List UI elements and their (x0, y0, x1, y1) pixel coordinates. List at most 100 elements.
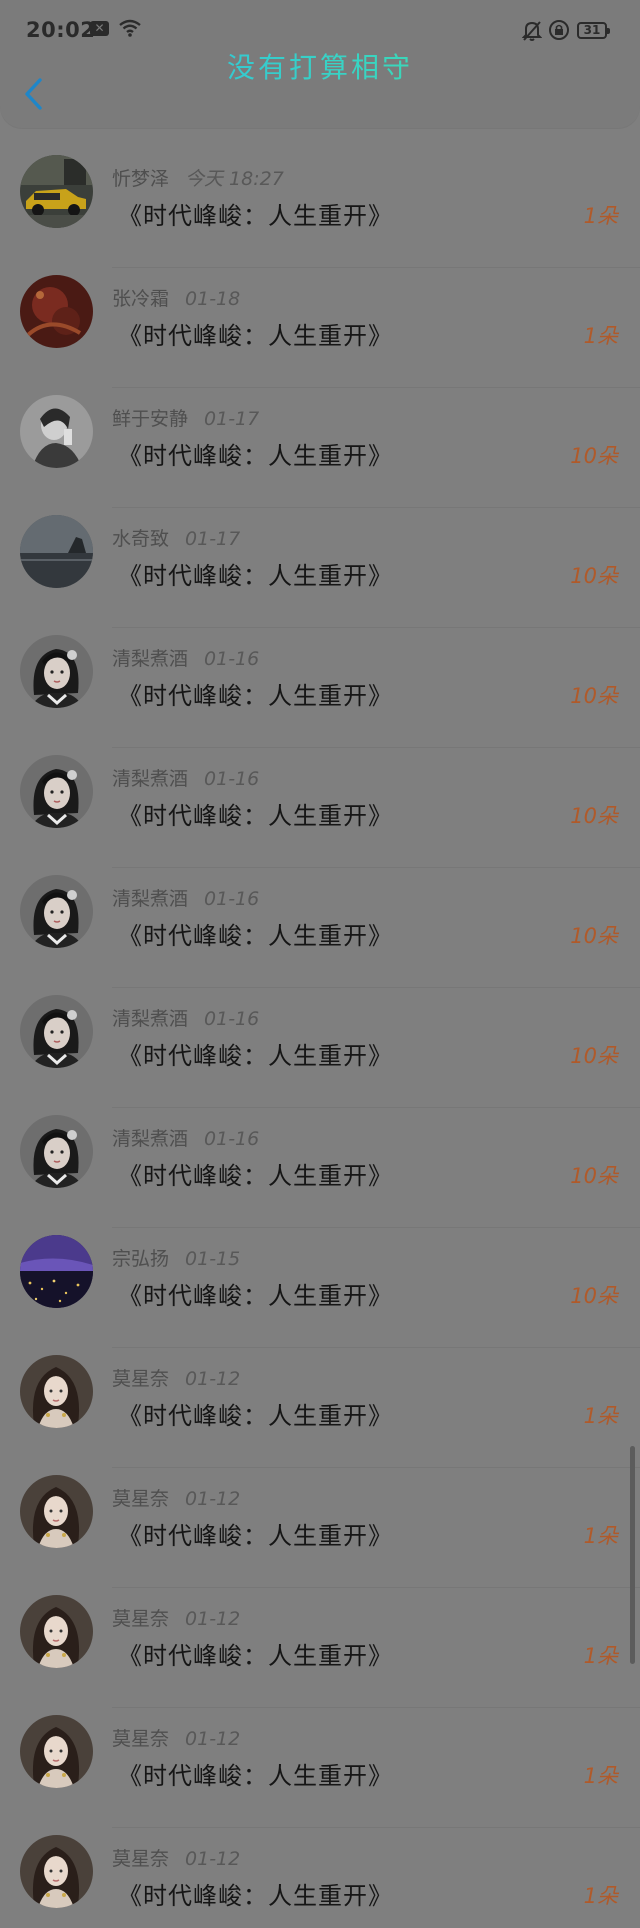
user-info: 水奇致 01-17 (112, 524, 240, 551)
user-info: 莫星奈 01-12 (112, 1604, 240, 1631)
book-title: 《时代峰峻：人生重开》 (118, 922, 393, 950)
flower-count: 1朵 (583, 1764, 618, 1788)
book-title: 《时代峰峻：人生重开》 (118, 1042, 393, 1070)
gift-date: 今天 18:27 (185, 168, 284, 190)
book-title: 《时代峰峻：人生重开》 (118, 1282, 393, 1310)
list-item[interactable]: 莫星奈 01-12 《时代峰峻：人生重开》 1朵 (0, 1828, 640, 1928)
avatar[interactable] (20, 1475, 93, 1548)
user-info: 莫星奈 01-12 (112, 1844, 240, 1871)
list-item[interactable]: 清梨煮酒 01-16 《时代峰峻：人生重开》 10朵 (0, 868, 640, 988)
user-info: 莫星奈 01-12 (112, 1484, 240, 1511)
flower-count: 10朵 (570, 1284, 618, 1308)
gift-date: 01-12 (185, 1728, 241, 1750)
flower-count: 1朵 (583, 1404, 618, 1428)
user-info: 忻梦泽 今天 18:27 (112, 164, 284, 191)
flower-count: 1朵 (583, 1644, 618, 1668)
user-name[interactable]: 鲜于安静 (112, 408, 188, 430)
gift-date: 01-12 (185, 1368, 241, 1390)
list-item[interactable]: 水奇致 01-17 《时代峰峻：人生重开》 10朵 (0, 508, 640, 628)
user-name[interactable]: 清梨煮酒 (112, 1128, 188, 1150)
gift-date: 01-16 (204, 648, 260, 670)
book-title: 《时代峰峻：人生重开》 (118, 562, 393, 590)
list-item[interactable]: 忻梦泽 今天 18:27 《时代峰峻：人生重开》 1朵 (0, 148, 640, 268)
avatar[interactable] (20, 1355, 93, 1428)
user-info: 清梨煮酒 01-16 (112, 1124, 259, 1151)
list-item[interactable]: 宗弘扬 01-15 《时代峰峻：人生重开》 10朵 (0, 1228, 640, 1348)
page-title: 没有打算相守 (0, 46, 640, 86)
avatar[interactable] (20, 875, 93, 948)
gift-date: 01-12 (185, 1848, 241, 1870)
user-name[interactable]: 张冷霜 (112, 288, 169, 310)
user-name[interactable]: 水奇致 (112, 528, 169, 550)
list-item[interactable]: 莫星奈 01-12 《时代峰峻：人生重开》 1朵 (0, 1348, 640, 1468)
sim-icon: ✕ (90, 21, 109, 36)
list-item[interactable]: 莫星奈 01-12 《时代峰峻：人生重开》 1朵 (0, 1708, 640, 1828)
list-item[interactable]: 清梨煮酒 01-16 《时代峰峻：人生重开》 10朵 (0, 988, 640, 1108)
chevron-left-icon (25, 78, 42, 110)
avatar[interactable] (20, 1115, 93, 1188)
user-name[interactable]: 宗弘扬 (112, 1248, 169, 1270)
flower-count: 1朵 (583, 1524, 618, 1548)
avatar[interactable] (20, 635, 93, 708)
book-title: 《时代峰峻：人生重开》 (118, 1522, 393, 1550)
gift-date: 01-16 (204, 1008, 260, 1030)
status-time: 20:02 (26, 18, 96, 42)
user-info: 清梨煮酒 01-16 (112, 764, 259, 791)
user-name[interactable]: 莫星奈 (112, 1488, 169, 1510)
book-title: 《时代峰峻：人生重开》 (118, 1402, 393, 1430)
user-info: 宗弘扬 01-15 (112, 1244, 240, 1271)
back-button[interactable] (18, 74, 52, 114)
list-item[interactable]: 莫星奈 01-12 《时代峰峻：人生重开》 1朵 (0, 1588, 640, 1708)
gift-date: 01-16 (204, 888, 260, 910)
avatar[interactable] (20, 155, 93, 228)
avatar[interactable] (20, 755, 93, 828)
user-info: 清梨煮酒 01-16 (112, 644, 259, 671)
user-info: 清梨煮酒 01-16 (112, 1004, 259, 1031)
list-item[interactable]: 莫星奈 01-12 《时代峰峻：人生重开》 1朵 (0, 1468, 640, 1588)
header: 20:02 ✕ 31 没有打算相守 (0, 0, 640, 128)
gift-date: 01-17 (185, 528, 241, 550)
list-item[interactable]: 张冷霜 01-18 《时代峰峻：人生重开》 1朵 (0, 268, 640, 388)
gift-date: 01-16 (204, 768, 260, 790)
avatar[interactable] (20, 1235, 93, 1308)
book-title: 《时代峰峻：人生重开》 (118, 1762, 393, 1790)
avatar[interactable] (20, 1595, 93, 1668)
list-item[interactable]: 清梨煮酒 01-16 《时代峰峻：人生重开》 10朵 (0, 628, 640, 748)
avatar[interactable] (20, 1835, 93, 1908)
avatar[interactable] (20, 395, 93, 468)
book-title: 《时代峰峻：人生重开》 (118, 442, 393, 470)
user-name[interactable]: 忻梦泽 (112, 168, 169, 190)
user-info: 莫星奈 01-12 (112, 1364, 240, 1391)
gift-date: 01-15 (185, 1248, 241, 1270)
mute-bell-icon (521, 20, 543, 46)
book-title: 《时代峰峻：人生重开》 (118, 1162, 393, 1190)
flower-count: 1朵 (583, 204, 618, 228)
book-title: 《时代峰峻：人生重开》 (118, 1882, 393, 1910)
rotation-lock-icon (548, 19, 570, 45)
avatar[interactable] (20, 995, 93, 1068)
wifi-icon (118, 18, 142, 42)
scrollbar[interactable] (630, 1446, 635, 1664)
gift-date: 01-12 (185, 1488, 241, 1510)
gift-date: 01-18 (185, 288, 241, 310)
avatar[interactable] (20, 1715, 93, 1788)
user-name[interactable]: 莫星奈 (112, 1848, 169, 1870)
user-name[interactable]: 清梨煮酒 (112, 888, 188, 910)
user-name[interactable]: 清梨煮酒 (112, 648, 188, 670)
user-name[interactable]: 莫星奈 (112, 1728, 169, 1750)
user-name[interactable]: 清梨煮酒 (112, 768, 188, 790)
flower-count: 10朵 (570, 1044, 618, 1068)
user-name[interactable]: 莫星奈 (112, 1608, 169, 1630)
user-name[interactable]: 莫星奈 (112, 1368, 169, 1390)
book-title: 《时代峰峻：人生重开》 (118, 322, 393, 350)
avatar[interactable] (20, 275, 93, 348)
user-name[interactable]: 清梨煮酒 (112, 1008, 188, 1030)
flower-count: 10朵 (570, 564, 618, 588)
list-item[interactable]: 鲜于安静 01-17 《时代峰峻：人生重开》 10朵 (0, 388, 640, 508)
list-item[interactable]: 清梨煮酒 01-16 《时代峰峻：人生重开》 10朵 (0, 748, 640, 868)
flower-count: 10朵 (570, 804, 618, 828)
avatar[interactable] (20, 515, 93, 588)
list-item[interactable]: 清梨煮酒 01-16 《时代峰峻：人生重开》 10朵 (0, 1108, 640, 1228)
user-info: 莫星奈 01-12 (112, 1724, 240, 1751)
gift-date: 01-16 (204, 1128, 260, 1150)
